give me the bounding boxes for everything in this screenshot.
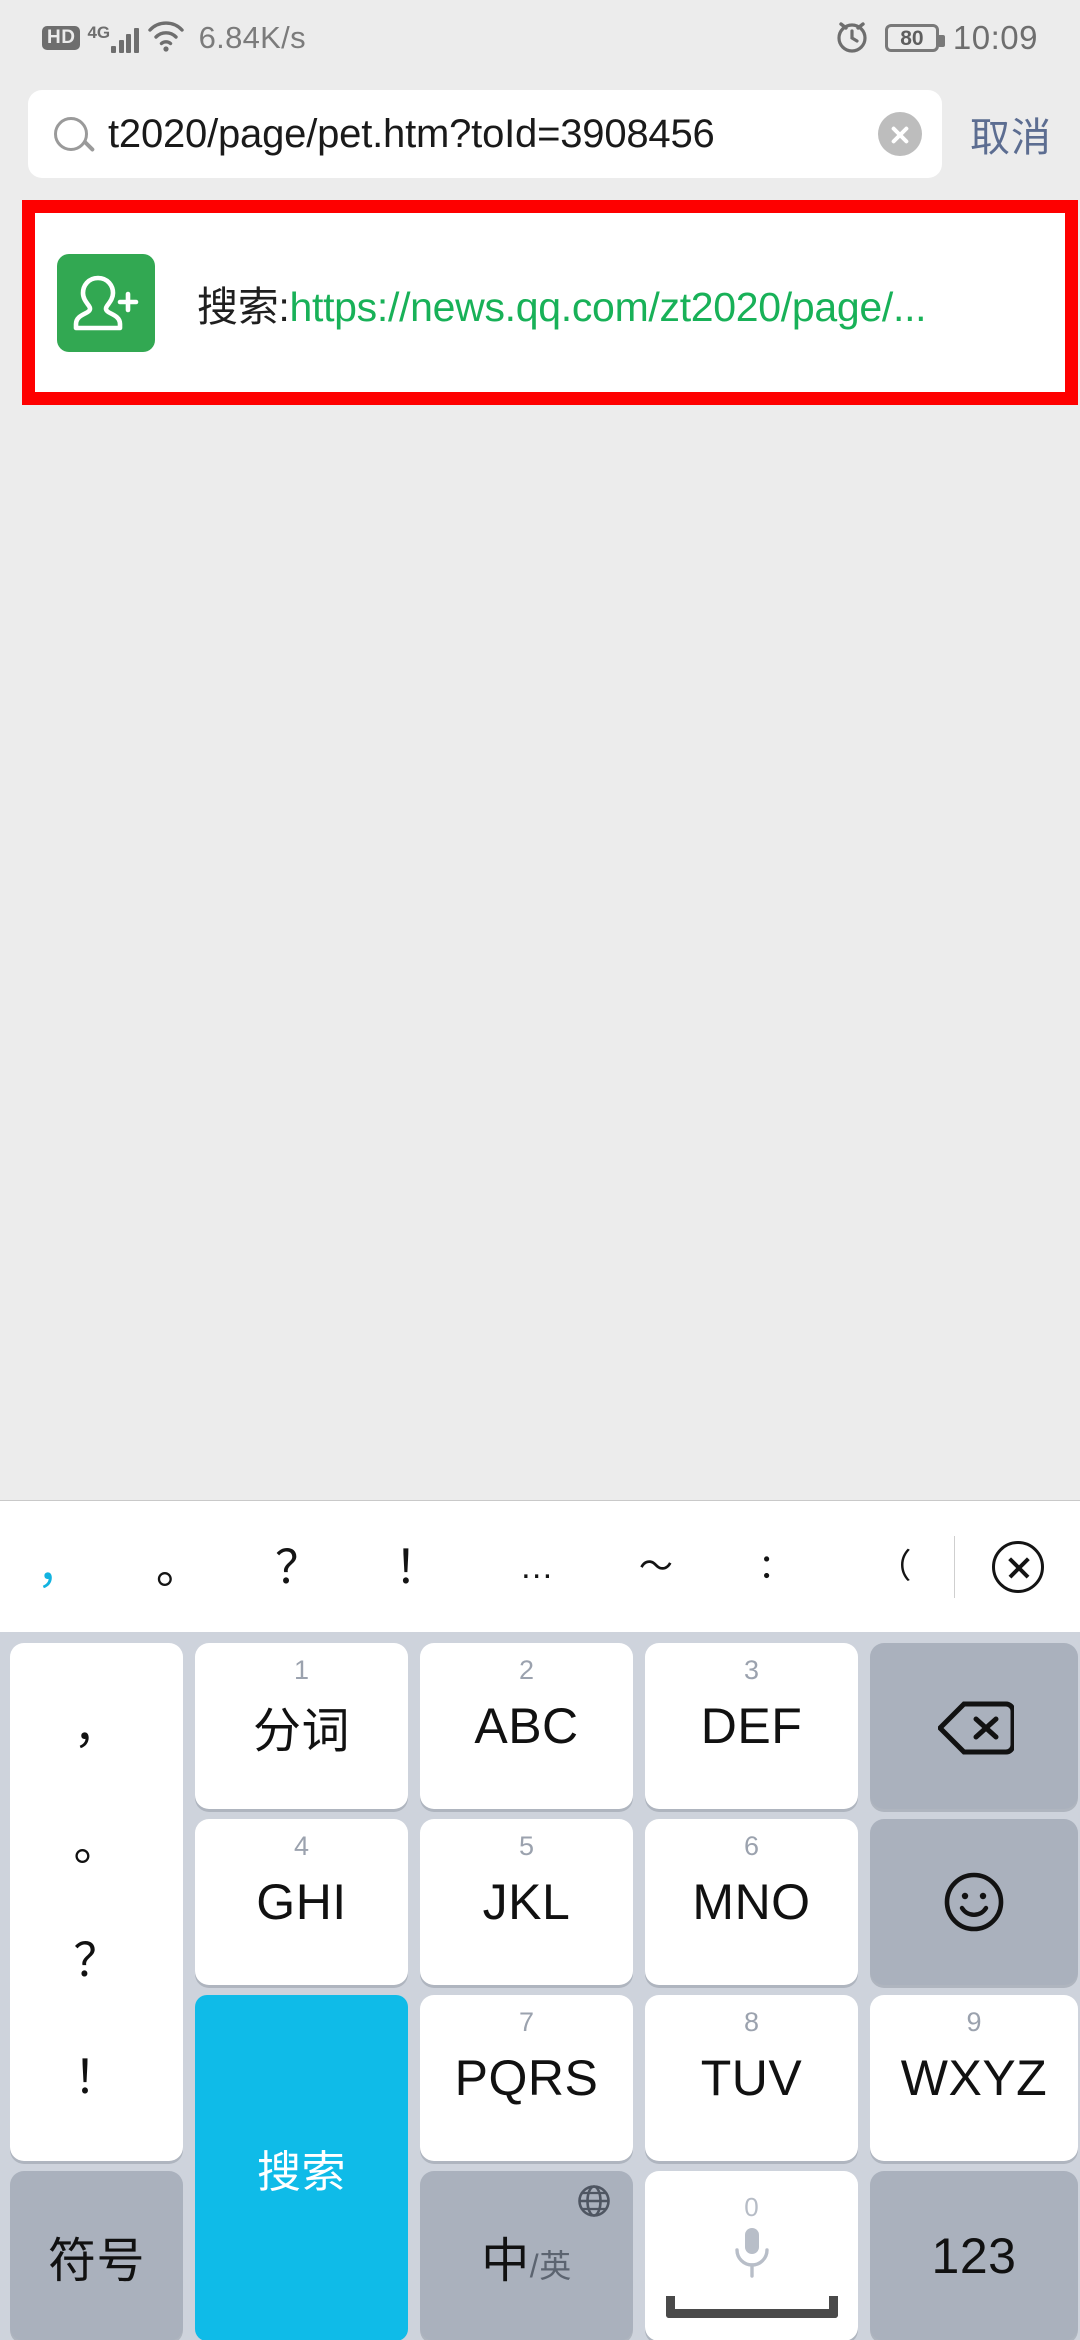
status-bar: HD 4G 6.84K/s (0, 0, 1080, 76)
key-5-jkl[interactable]: 5 JKL (420, 1819, 633, 1985)
microphone-icon (729, 2224, 775, 2280)
search-result-url: https://news.qq.com/zt2020/page/... (290, 284, 927, 330)
wifi-icon (146, 20, 186, 57)
key-9-wxyz[interactable]: 9 WXYZ (870, 1995, 1078, 2161)
circle-close-icon (992, 1541, 1044, 1593)
keyboard-grid: ， 。 ？ ！ 1 分词 2 ABC 3 DEF (0, 1632, 1080, 2340)
symbols-key[interactable]: 符号 (10, 2171, 183, 2340)
add-contact-icon (57, 254, 155, 352)
language-toggle-label: 中/英 (481, 2221, 571, 2291)
key-number-label: 6 (645, 1831, 858, 1862)
backspace-key[interactable] (870, 1643, 1078, 1809)
key-number-label: 2 (420, 1655, 633, 1686)
battery-icon: 80 (885, 24, 939, 52)
search-key[interactable]: 搜索 (195, 1995, 408, 2340)
space-bar-glyph (666, 2296, 838, 2318)
key-main-label: WXYZ (901, 2049, 1047, 2107)
close-panel-button[interactable] (955, 1541, 1080, 1593)
key-number-label: 3 (645, 1655, 858, 1686)
key-number-label: 9 (870, 2007, 1078, 2038)
lang-secondary: /英 (530, 2248, 572, 2284)
key-main-label: TUV (701, 2049, 803, 2107)
symbol-key-comma[interactable]: ， (0, 1544, 119, 1590)
backspace-icon (938, 1700, 1010, 1752)
symbol-key-colon[interactable]: ： (716, 1550, 835, 1584)
status-bar-left: HD 4G 6.84K/s (0, 20, 306, 57)
key-6-mno[interactable]: 6 MNO (645, 1819, 858, 1985)
search-input[interactable]: t2020/page/pet.htm?toId=3908456 (28, 90, 942, 178)
clock-label: 10:09 (953, 19, 1038, 57)
punct-glyph-exclaim: ！ (74, 2054, 120, 2100)
space-key[interactable]: 0 (645, 2171, 858, 2340)
key-main-label: GHI (256, 1873, 346, 1931)
lang-primary: 中 (481, 2235, 530, 2288)
key-main-label: MNO (692, 1873, 810, 1931)
symbol-key-question[interactable]: ？ (239, 1544, 358, 1590)
symbol-key-period[interactable]: 。 (119, 1544, 238, 1590)
highlight-annotation: 搜索:https://news.qq.com/zt2020/page/... (22, 200, 1078, 405)
search-key-label: 搜索 (257, 2136, 346, 2200)
key-2-abc[interactable]: 2 ABC (420, 1643, 633, 1809)
emoji-key[interactable] (870, 1819, 1078, 1985)
key-main-label: 123 (932, 2227, 1017, 2285)
hd-icon: HD (42, 26, 80, 50)
space-number-label: 0 (744, 2194, 758, 2220)
symbol-key-exclaim[interactable]: ！ (358, 1544, 477, 1590)
key-number-label: 7 (420, 2007, 633, 2038)
punctuation-key[interactable]: ， 。 ？ ！ (10, 1643, 183, 2161)
search-icon (54, 117, 88, 151)
punct-glyph-comma: ， (74, 1704, 120, 1750)
punct-glyph-question: ？ (74, 1937, 120, 1983)
search-header: t2020/page/pet.htm?toId=3908456 取消 (0, 76, 1080, 192)
network-type-icon: 4G (87, 24, 138, 53)
key-number-label: 1 (195, 1655, 408, 1686)
language-toggle-key[interactable]: 中/英 (420, 2171, 633, 2340)
key-main-label: JKL (483, 1873, 571, 1931)
key-main-label: 分词 (253, 1691, 350, 1761)
key-4-ghi[interactable]: 4 GHI (195, 1819, 408, 1985)
key-3-def[interactable]: 3 DEF (645, 1643, 858, 1809)
search-result-row[interactable]: 搜索:https://news.qq.com/zt2020/page/... (35, 213, 1065, 392)
network-type-label: 4G (87, 24, 110, 41)
key-number-label: 4 (195, 1831, 408, 1862)
key-number-label: 8 (645, 2007, 858, 2038)
battery-level-label: 80 (900, 28, 923, 49)
key-7-pqrs[interactable]: 7 PQRS (420, 1995, 633, 2161)
key-1-fenci[interactable]: 1 分词 (195, 1643, 408, 1809)
search-result-text: 搜索:https://news.qq.com/zt2020/page/... (197, 273, 926, 333)
phone-screen: HD 4G 6.84K/s (0, 0, 1080, 2340)
symbol-key-tilde[interactable]: ～ (596, 1550, 715, 1584)
data-speed-label: 6.84K/s (199, 20, 306, 56)
symbol-key-ellipsis[interactable]: … (477, 1550, 596, 1584)
key-main-label: PQRS (455, 2049, 599, 2107)
status-bar-right: 80 10:09 (833, 17, 1080, 60)
key-number-label: 5 (420, 1831, 633, 1862)
clear-icon[interactable] (878, 112, 922, 156)
key-main-label: DEF (701, 1697, 803, 1755)
numeric-key[interactable]: 123 (870, 2171, 1078, 2340)
emoji-smiley-icon (943, 1871, 1005, 1933)
key-main-label: ABC (474, 1697, 578, 1755)
alarm-clock-icon (833, 17, 871, 60)
keyboard: ， 。 ？ ！ … ～ ： （ ， 。 ？ ！ 1 分 (0, 1500, 1080, 2340)
cancel-button[interactable]: 取消 (942, 105, 1052, 163)
symbol-key-paren[interactable]: （ (835, 1550, 954, 1584)
globe-icon (577, 2184, 611, 2218)
symbol-suggestion-row: ， 。 ？ ！ … ～ ： （ (0, 1500, 1080, 1632)
search-result-prefix: 搜索: (197, 284, 290, 330)
key-8-tuv[interactable]: 8 TUV (645, 1995, 858, 2161)
signal-bars-icon (111, 28, 139, 53)
search-input-value: t2020/page/pet.htm?toId=3908456 (108, 112, 878, 157)
key-main-label: 符号 (48, 2221, 145, 2291)
punct-glyph-period: 。 (74, 1821, 120, 1867)
